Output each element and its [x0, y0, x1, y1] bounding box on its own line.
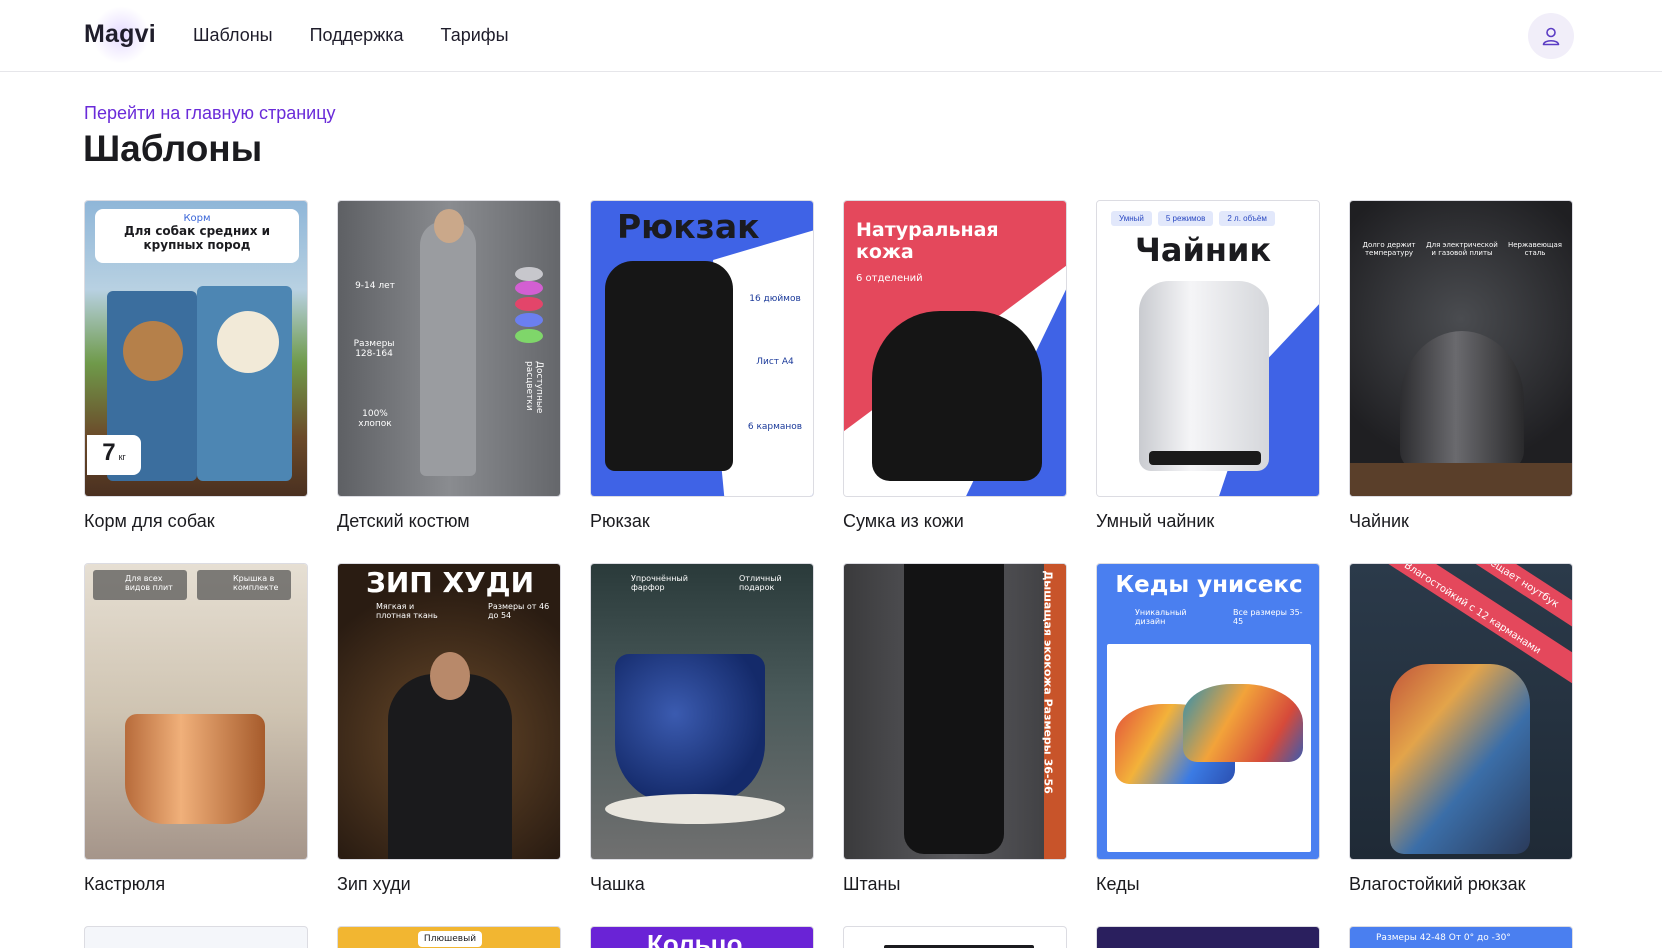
template-card-partial-6[interactable]: Размеры 42-48 От 0° до -30°	[1349, 926, 1573, 948]
partial-label: Размеры 42-48 От 0° до -30°	[1376, 933, 1511, 943]
overlay-feature-2: Лист А4	[756, 357, 794, 367]
template-title[interactable]: Корм для собак	[84, 511, 308, 532]
overlay-feature-3: 6 карманов	[747, 422, 803, 432]
template-thumbnail[interactable]: Для всех видов плит Крышка в комплекте	[84, 563, 308, 860]
template-thumbnail[interactable]: Умный 5 режимов 2 л. объём Чайник	[1096, 200, 1320, 497]
overlay-feature-1: 16 дюймов	[749, 294, 801, 304]
overlay-badge-3: 2 л. объём	[1219, 211, 1275, 226]
template-card-pants[interactable]: Дышащая экокожа Размеры 36-56 Штаны	[843, 563, 1067, 895]
template-thumbnail[interactable]: Натуральная кожа 6 отделений	[843, 200, 1067, 497]
overlay-feature-2: Все размеры 35-45	[1233, 608, 1303, 626]
overlay-colors: Доступные расцветки	[524, 361, 544, 414]
main-nav: Шаблоны Поддержка Тарифы	[193, 25, 509, 46]
template-card-kettle[interactable]: Долго держит температуру Для электрическ…	[1349, 200, 1573, 532]
overlay-feature-1: Мягкая и плотная ткань	[376, 602, 438, 620]
overlay-unit: кг	[118, 452, 126, 462]
partial-label: Плюшевый	[418, 931, 482, 947]
template-thumbnail[interactable]: Рюкзак 16 дюймов Лист А4 6 карманов	[590, 200, 814, 497]
template-card-sneakers[interactable]: Кеды унисекс Уникальный дизайн Все разме…	[1096, 563, 1320, 895]
page-title: Шаблоны	[83, 128, 263, 169]
user-icon	[1542, 27, 1560, 46]
overlay-feature-1: Упрочнённый фарфор	[631, 574, 688, 592]
template-thumbnail[interactable]: Упрочнённый фарфор Отличный подарок	[590, 563, 814, 860]
template-card-partial-5[interactable]	[1096, 926, 1320, 948]
template-title[interactable]: Кеды	[1096, 874, 1320, 895]
overlay-tag: Корм	[183, 213, 211, 224]
overlay-headline: Кеды унисекс	[1115, 572, 1303, 598]
template-card-backpack[interactable]: Рюкзак 16 дюймов Лист А4 6 карманов Рюкз…	[590, 200, 814, 532]
template-title[interactable]: Сумка из кожи	[843, 511, 1067, 532]
overlay-headline: ЗИП ХУДИ	[365, 566, 535, 599]
overlay-headline: Чайник	[1135, 231, 1272, 269]
template-card-cup[interactable]: Упрочнённый фарфор Отличный подарок Чашк…	[590, 563, 814, 895]
overlay-sub: 6 отделений	[856, 273, 923, 284]
overlay-feature-1: Долго держит температуру	[1362, 241, 1416, 257]
template-thumbnail[interactable]: Долго держит температуру Для электрическ…	[1349, 200, 1573, 497]
overlay-feature-2: Крышка в комплекте	[233, 574, 279, 592]
overlay-headline: Рюкзак	[617, 207, 760, 246]
template-title[interactable]: Чайник	[1349, 511, 1573, 532]
template-card-partial-1[interactable]	[84, 926, 308, 948]
template-card-smart-kettle[interactable]: Умный 5 режимов 2 л. объём Чайник Умный …	[1096, 200, 1320, 532]
nav-support[interactable]: Поддержка	[310, 25, 404, 46]
template-card-kids-suit[interactable]: 9-14 лет Размеры 128-164 100% хлопок Дос…	[337, 200, 561, 532]
template-card-partial-3[interactable]: Кольцо	[590, 926, 814, 948]
overlay-feature-2: Для электрической и газовой плиты	[1426, 241, 1498, 257]
template-thumbnail[interactable]: Дышащая экокожа Размеры 36-56	[843, 563, 1067, 860]
nav-templates[interactable]: Шаблоны	[193, 25, 273, 46]
overlay-fabric: 100% хлопок	[358, 409, 392, 429]
partial-label: Кольцо	[647, 929, 743, 948]
overlay-feature-2: Отличный подарок	[739, 574, 782, 592]
template-title[interactable]: Умный чайник	[1096, 511, 1320, 532]
overlay-weight: 7	[102, 439, 116, 466]
template-thumbnail[interactable]: ЗИП ХУДИ Мягкая и плотная ткань Размеры …	[337, 563, 561, 860]
back-to-home-link[interactable]: Перейти на главную страницу	[84, 103, 336, 124]
template-thumbnail[interactable]: Кеды унисекс Уникальный дизайн Все разме…	[1096, 563, 1320, 860]
nav-pricing[interactable]: Тарифы	[441, 25, 509, 46]
overlay-age: 9-14 лет	[355, 281, 395, 291]
template-title[interactable]: Детский костюм	[337, 511, 561, 532]
overlay-feature-2: Размеры от 46 до 54	[488, 602, 550, 620]
template-card-leather-bag[interactable]: Натуральная кожа 6 отделений Сумка из ко…	[843, 200, 1067, 532]
template-title[interactable]: Кастрюля	[84, 874, 308, 895]
overlay-badge-2: 5 режимов	[1157, 211, 1214, 226]
overlay-badge-1: Умный	[1111, 211, 1152, 226]
template-card-waterproof-backpack[interactable]: Влагостойкий с 12 карманами Вмещает ноут…	[1349, 563, 1573, 895]
template-card-pot[interactable]: Для всех видов плит Крышка в комплекте К…	[84, 563, 308, 895]
template-title[interactable]: Зип худи	[337, 874, 561, 895]
overlay-headline: Для собак средних и крупных пород	[123, 224, 271, 252]
logo[interactable]: Magvi	[84, 20, 156, 49]
template-title[interactable]: Влагостойкий рюкзак	[1349, 874, 1573, 895]
template-card-zip-hoodie[interactable]: ЗИП ХУДИ Мягкая и плотная ткань Размеры …	[337, 563, 561, 895]
overlay-feature-1: Для всех видов плит	[125, 574, 173, 592]
top-header: Magvi Шаблоны Поддержка Тарифы	[0, 0, 1662, 72]
overlay-side: Дышащая экокожа Размеры 36-56	[1041, 570, 1055, 794]
template-thumbnail[interactable]: 9-14 лет Размеры 128-164 100% хлопок Дос…	[337, 200, 561, 497]
overlay-sizes: Размеры 128-164	[353, 339, 395, 359]
overlay-feature-3: Нержавеющая сталь	[1507, 241, 1563, 257]
template-card-partial-4[interactable]	[843, 926, 1067, 948]
template-card-dog-food[interactable]: Корм Для собак средних и крупных пород 7…	[84, 200, 308, 532]
template-thumbnail[interactable]: Влагостойкий с 12 карманами Вмещает ноут…	[1349, 563, 1573, 860]
overlay-headline: Натуральная кожа	[856, 219, 999, 263]
overlay-feature-1: Уникальный дизайн	[1135, 608, 1187, 626]
template-title[interactable]: Рюкзак	[590, 511, 814, 532]
template-thumbnail[interactable]: Корм Для собак средних и крупных пород 7…	[84, 200, 308, 497]
template-title[interactable]: Штаны	[843, 874, 1067, 895]
template-title[interactable]: Чашка	[590, 874, 814, 895]
user-button[interactable]	[1528, 13, 1574, 59]
template-card-partial-2[interactable]: Плюшевый	[337, 926, 561, 948]
